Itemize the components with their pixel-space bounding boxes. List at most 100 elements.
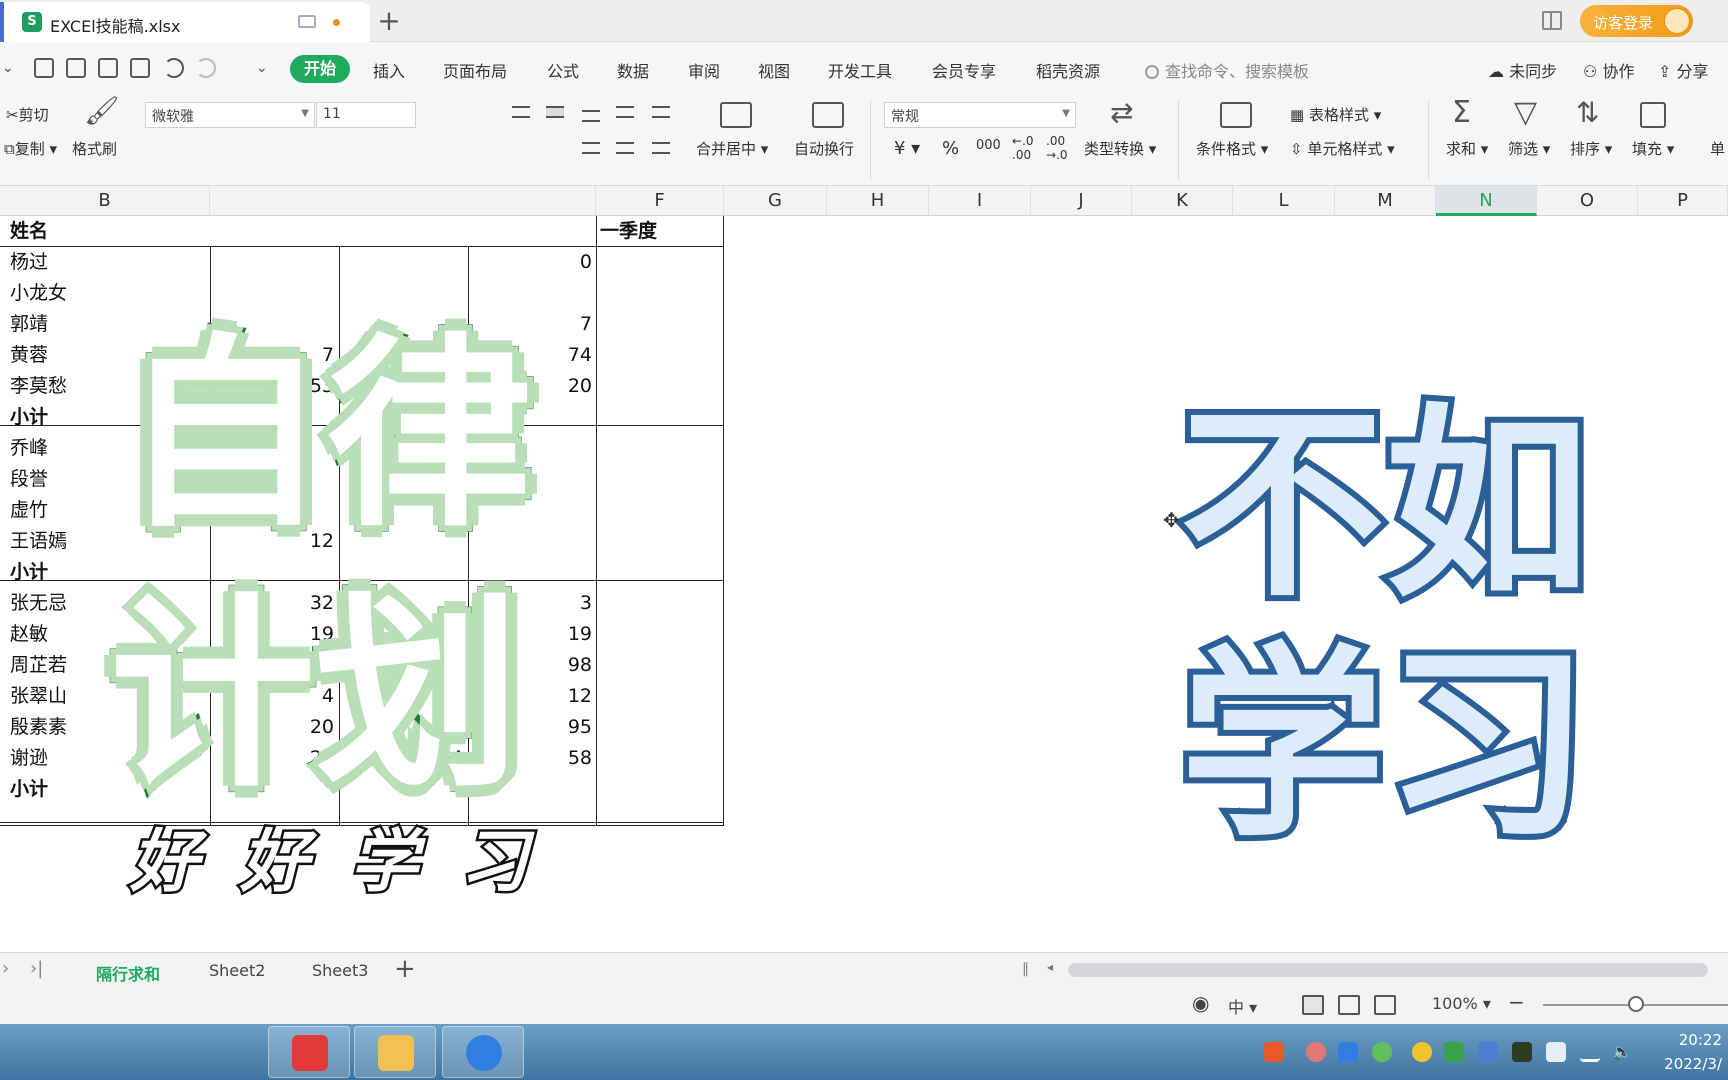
share-button[interactable]: ⇪ 分享	[1658, 58, 1709, 82]
menu-page-layout[interactable]: 页面布局	[443, 58, 507, 82]
feishu-tray-icon[interactable]	[1338, 1042, 1358, 1062]
merge-center-icon[interactable]	[720, 102, 752, 128]
more-button[interactable]: 单	[1710, 138, 1725, 159]
sheet-tab-sheet3[interactable]: Sheet3	[312, 961, 368, 980]
align-bottom-icon[interactable]	[582, 110, 600, 122]
scrollbar-grip-icon[interactable]: ‖	[1022, 961, 1029, 977]
monitor-icon[interactable]	[298, 15, 316, 28]
decrease-decimal-icon[interactable]: .00 →.0	[1046, 134, 1068, 162]
column-header-m[interactable]: M	[1335, 186, 1436, 216]
value-cell[interactable]	[343, 247, 463, 278]
currency-button[interactable]: ¥ ▾	[894, 138, 920, 159]
sort-icon[interactable]: ⇅	[1576, 98, 1599, 128]
number-format-select[interactable]: 常规 ▼	[884, 102, 1076, 128]
convert-type-button[interactable]: 类型转换 ▾	[1084, 138, 1156, 159]
value-cell[interactable]	[343, 278, 463, 309]
command-search[interactable]: 查找命令、搜索模板	[1145, 58, 1309, 82]
sum-button[interactable]: 求和 ▾	[1446, 138, 1488, 159]
collaborate-button[interactable]: ⚇ 协作	[1583, 58, 1634, 82]
page-break-view-icon[interactable]	[1374, 995, 1396, 1015]
sogou-ime-icon[interactable]	[1264, 1042, 1284, 1062]
menu-docer[interactable]: 稻壳资源	[1036, 58, 1100, 82]
font-size-select[interactable]: 11	[316, 102, 416, 128]
nvidia-icon[interactable]	[1512, 1042, 1532, 1062]
sync-status-button[interactable]: ☁ 未同步	[1488, 58, 1557, 82]
taskbar-wps-button[interactable]	[268, 1026, 350, 1078]
column-header-p[interactable]: P	[1638, 186, 1728, 216]
format-painter-button[interactable]: 格式刷	[72, 138, 117, 159]
taskbar-explorer-button[interactable]	[354, 1026, 436, 1078]
fill-icon[interactable]	[1640, 102, 1666, 128]
format-painter-icon[interactable]: 🖌	[84, 96, 120, 126]
sheet-tab-sheet2[interactable]: Sheet2	[209, 961, 265, 980]
network-icon[interactable]	[1580, 1042, 1600, 1062]
indent-decrease-icon[interactable]	[616, 106, 634, 118]
wrap-text-button[interactable]: 自动换行	[794, 138, 854, 159]
value-cell[interactable]	[472, 278, 592, 309]
conditional-format-button[interactable]: 条件格式 ▾	[1196, 138, 1268, 159]
taskbar-feishu-button[interactable]	[442, 1026, 524, 1078]
column-header-o[interactable]: O	[1537, 186, 1638, 216]
prev-sheet-icon[interactable]: ›	[2, 958, 9, 979]
worksheet-grid[interactable]: 姓名 一季度 杨过 0 小龙女 郭靖 7 黄蓉 7 74 李莫愁 53 20 小计 乔峰 段誉 虚竹 王语嫣 1…	[0, 216, 1728, 952]
menu-home[interactable]: 开始	[290, 55, 350, 83]
tray-app-icon[interactable]	[1306, 1042, 1326, 1062]
menu-data[interactable]: 数据	[617, 58, 649, 82]
merge-center-button[interactable]: 合并居中 ▾	[696, 138, 768, 159]
quick-access-dropdown-icon[interactable]: ⌄	[256, 60, 276, 80]
last-sheet-icon[interactable]: ›|	[30, 958, 43, 979]
system-clock[interactable]: 20:22 2022/3/	[1664, 1028, 1722, 1076]
print-preview-icon[interactable]	[130, 58, 150, 78]
column-header-j[interactable]: J	[1031, 186, 1132, 216]
cell-style-button[interactable]: ⇳ 单元格样式 ▾	[1290, 138, 1395, 159]
sidebar-toggle-icon[interactable]	[1542, 11, 1562, 30]
distribute-icon[interactable]	[652, 142, 670, 154]
filter-button[interactable]: 筛选 ▾	[1508, 138, 1550, 159]
file-tab[interactable]: S EXCEl技能稿.xlsx	[0, 2, 370, 42]
value-cell[interactable]: 0	[472, 247, 592, 278]
column-header-g[interactable]: G	[724, 186, 827, 216]
sheet-tab-active[interactable]: 隔行求和	[96, 961, 160, 985]
percent-button[interactable]: %	[942, 138, 959, 159]
undo-icon[interactable]	[164, 58, 184, 78]
table-style-button[interactable]: ▦ 表格样式 ▾	[1290, 104, 1381, 125]
font-name-select[interactable]: 微软雅 ▼	[145, 102, 315, 128]
save-icon[interactable]	[34, 58, 54, 78]
increase-decimal-icon[interactable]: ←.0.00	[1012, 134, 1034, 162]
new-tab-button[interactable]: +	[372, 4, 406, 38]
redo-icon[interactable]	[196, 58, 216, 78]
value-cell[interactable]	[214, 247, 334, 278]
fill-button[interactable]: 填充 ▾	[1632, 138, 1674, 159]
zoom-slider-knob[interactable]	[1627, 996, 1644, 1012]
zoom-level-select[interactable]: 100% ▾	[1432, 994, 1491, 1013]
print-icon[interactable]	[98, 58, 118, 78]
sort-button[interactable]: 排序 ▾	[1570, 138, 1612, 159]
align-center-icon[interactable]	[582, 142, 600, 154]
shield-icon[interactable]	[1444, 1042, 1464, 1062]
column-header-n[interactable]: N	[1436, 186, 1537, 216]
thousands-button[interactable]: 000	[976, 138, 1001, 153]
menu-member[interactable]: 会员专享	[932, 58, 996, 82]
filter-icon[interactable]: ▽	[1514, 98, 1537, 128]
collapse-chevron-icon[interactable]: ⌄	[2, 60, 22, 80]
zoom-out-button[interactable]: −	[1508, 990, 1525, 1014]
sum-icon[interactable]: Σ	[1452, 98, 1471, 128]
value-cell[interactable]	[214, 278, 334, 309]
export-pdf-icon[interactable]	[66, 58, 86, 78]
align-top-icon[interactable]	[512, 106, 530, 118]
wrap-text-icon[interactable]	[812, 102, 844, 128]
menu-insert[interactable]: 插入	[373, 58, 405, 82]
menu-formula[interactable]: 公式	[547, 58, 579, 82]
column-header-hidden[interactable]	[210, 186, 596, 216]
menu-review[interactable]: 审阅	[688, 58, 720, 82]
input-method-button[interactable]: 中 ▾	[1228, 994, 1257, 1018]
justify-icon[interactable]	[616, 142, 634, 154]
scroll-left-icon[interactable]: ◂	[1047, 960, 1053, 974]
page-layout-view-icon[interactable]	[1338, 995, 1360, 1015]
column-header-f[interactable]: F	[596, 186, 724, 216]
column-header-b[interactable]: B	[0, 186, 210, 216]
menu-view[interactable]: 视图	[758, 58, 790, 82]
horizontal-scrollbar[interactable]	[1068, 963, 1708, 977]
align-middle-icon[interactable]	[546, 106, 564, 118]
name-cell[interactable]: 小龙女	[10, 278, 200, 309]
